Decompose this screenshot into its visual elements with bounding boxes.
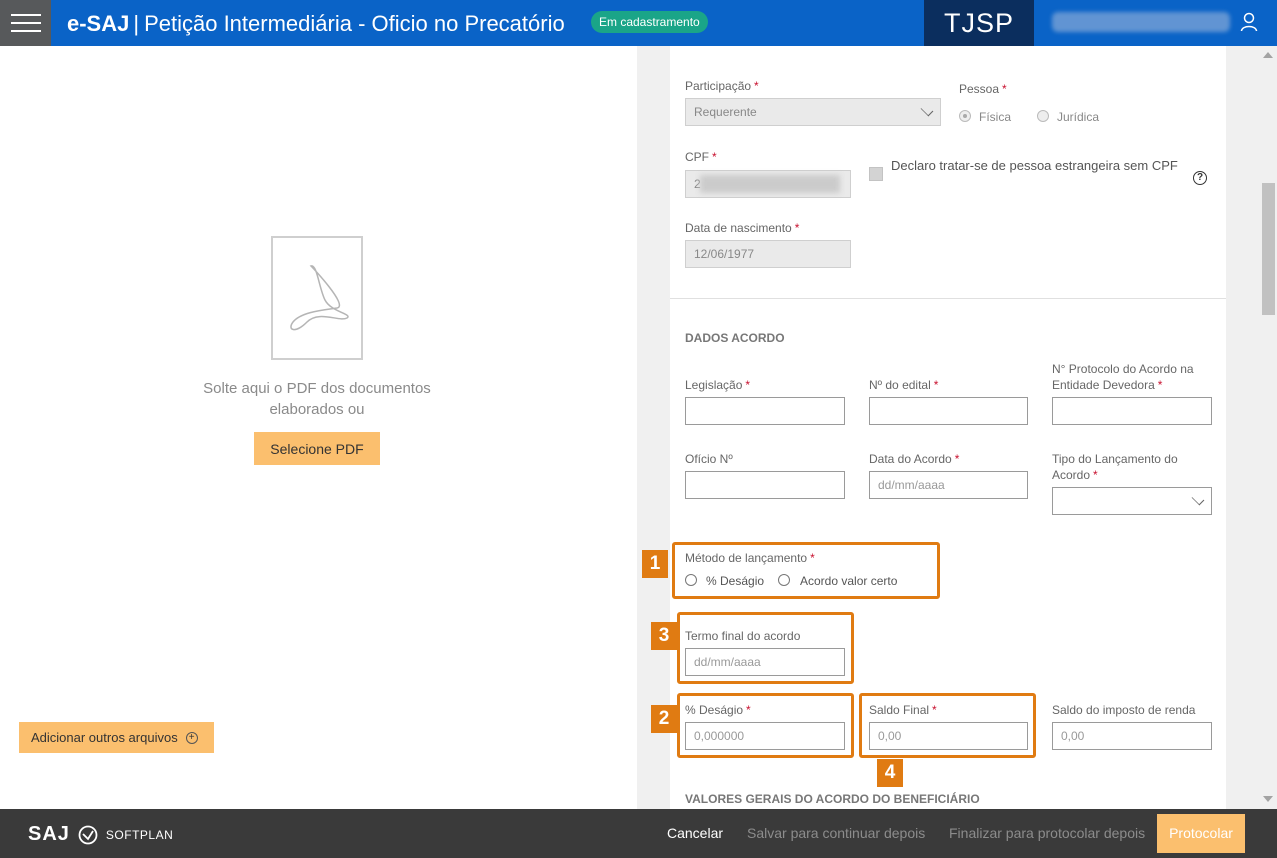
saj-softplan-logo: SAJ SOFTPLAN: [28, 823, 173, 846]
desagio-label: % Deságio *: [685, 703, 751, 717]
brand-name: e-SAJ: [67, 11, 130, 36]
cpf-label-text: CPF: [685, 150, 709, 164]
metodo-valor-certo-radio[interactable]: [778, 574, 790, 586]
data-acordo-label-text: Data do Acordo: [869, 452, 952, 466]
estrangeira-label: Declaro tratar-se de pessoa estrangeira …: [891, 158, 1178, 173]
page-title: Petição Intermediária - Oficio no Precat…: [144, 11, 565, 36]
metodo-label: Método de lançamento *: [685, 551, 815, 565]
metodo-valor-certo-label: Acordo valor certo: [800, 574, 898, 588]
pessoa-juridica-radio[interactable]: [1037, 110, 1049, 122]
saldo-final-input[interactable]: 0,00: [869, 722, 1028, 750]
nascimento-label-text: Data de nascimento: [685, 221, 792, 235]
app-header: e-SAJ | Petição Intermediária - Oficio no …: [0, 0, 1277, 46]
data-acordo-placeholder: dd/mm/aaaa: [878, 478, 945, 492]
participacao-value: Requerente: [694, 105, 757, 119]
saldo-imposto-label: Saldo do imposto de renda: [1052, 703, 1196, 717]
footer-bar: SAJ SOFTPLAN Cancelar Salvar para contin…: [0, 809, 1277, 858]
add-files-button[interactable]: Adicionar outros arquivos +: [19, 722, 214, 753]
participacao-label: Participação *: [685, 79, 759, 93]
protocolo-label-text: N° Protocolo do Acordo na Entidade Deved…: [1052, 362, 1194, 392]
brand-separator: |: [133, 11, 140, 36]
desagio-input[interactable]: 0,000000: [685, 722, 845, 750]
edital-input[interactable]: [869, 397, 1028, 425]
chevron-down-icon: [1191, 492, 1205, 506]
chevron-down-icon: [920, 103, 934, 117]
hamburger-menu-icon[interactable]: [0, 0, 51, 46]
saldo-final-placeholder: 0,00: [878, 729, 902, 743]
edital-label: Nº do edital *: [869, 378, 939, 392]
estrangeira-checkbox[interactable]: [869, 167, 883, 181]
softplan-logo-text: SOFTPLAN: [105, 827, 174, 842]
legislacao-label: Legislação *: [685, 378, 751, 392]
add-files-label: Adicionar outros arquivos: [31, 730, 178, 745]
desagio-label-text: % Deságio: [685, 703, 744, 717]
protocolo-label: N° Protocolo do Acordo na Entidade Deved…: [1052, 362, 1194, 392]
scroll-down-arrow-icon[interactable]: [1263, 796, 1273, 802]
protocol-button[interactable]: Protocolar: [1157, 814, 1245, 853]
scrollbar-thumb[interactable]: [1262, 183, 1275, 315]
participacao-select[interactable]: Requerente: [685, 98, 941, 126]
legislacao-label-text: Legislação: [685, 378, 743, 392]
tipo-lancamento-label: Tipo do Lançamento do Acordo *: [1052, 452, 1178, 482]
tipo-lancamento-label-text: Tipo do Lançamento do Acordo: [1052, 452, 1178, 482]
cpf-redacted: [700, 175, 840, 193]
legislacao-input[interactable]: [685, 397, 845, 425]
edital-label-text: Nº do edital: [869, 378, 931, 392]
help-icon[interactable]: ?: [1193, 171, 1207, 185]
drop-instructions: Solte aqui o PDF dos documentos elaborad…: [203, 380, 431, 418]
cancel-button[interactable]: Cancelar: [667, 825, 723, 841]
saj-logo-text: SAJ: [28, 823, 70, 845]
metodo-label-text: Método de lançamento: [685, 551, 808, 565]
scrollbar[interactable]: [1259, 46, 1277, 809]
cpf-label: CPF *: [685, 150, 717, 164]
saldo-imposto-placeholder: 0,00: [1061, 729, 1085, 743]
saldo-final-label-text: Saldo Final: [869, 703, 930, 717]
pessoa-fisica-label: Física: [979, 110, 1012, 124]
metodo-desagio-radio[interactable]: [685, 574, 697, 586]
plus-circle-icon: +: [185, 731, 198, 744]
termo-final-input[interactable]: dd/mm/aaaa: [685, 648, 845, 676]
callout-number-2: 2: [651, 705, 677, 733]
oficio-label: Ofício Nº: [685, 452, 733, 466]
data-acordo-input[interactable]: dd/mm/aaaa: [869, 471, 1028, 499]
pdf-drop-zone[interactable]: [0, 46, 637, 809]
user-name-redacted[interactable]: [1052, 12, 1230, 32]
court-logo: TJSP: [924, 0, 1034, 46]
callout-number-3: 3: [651, 622, 677, 650]
termo-final-label: Termo final do acordo: [685, 629, 801, 643]
select-pdf-button[interactable]: Selecione PDF: [254, 432, 380, 465]
status-badge: Em cadastramento: [591, 11, 708, 33]
pdf-file-icon: [271, 236, 363, 360]
oficio-input[interactable]: [685, 471, 845, 499]
nascimento-input[interactable]: 12/06/1977: [685, 240, 851, 268]
pessoa-label: Pessoa *: [959, 82, 1007, 96]
pessoa-fisica-radio[interactable]: [959, 110, 971, 122]
saldo-imposto-input[interactable]: 0,00: [1052, 722, 1212, 750]
desagio-placeholder: 0,000000: [694, 729, 745, 743]
section-dados-acordo: DADOS ACORDO: [685, 331, 785, 345]
user-icon[interactable]: [1240, 12, 1258, 32]
saldo-final-label: Saldo Final *: [869, 703, 937, 717]
tipo-lancamento-select[interactable]: [1052, 487, 1212, 515]
softplan-logo-icon: [78, 825, 98, 844]
app-title: e-SAJ | Petição Intermediária - Oficio no …: [67, 11, 565, 37]
protocolo-input[interactable]: [1052, 397, 1212, 425]
finalize-later-button[interactable]: Finalizar para protocolar depois: [949, 825, 1145, 841]
section-divider: [670, 298, 1226, 299]
nascimento-label: Data de nascimento *: [685, 221, 800, 235]
save-for-later-button[interactable]: Salvar para continuar depois: [747, 825, 925, 841]
termo-final-placeholder: dd/mm/aaaa: [694, 655, 761, 669]
scroll-up-arrow-icon[interactable]: [1263, 52, 1273, 58]
data-acordo-label: Data do Acordo *: [869, 452, 960, 466]
callout-number-4: 4: [877, 759, 903, 787]
participacao-label-text: Participação: [685, 79, 752, 93]
section-valores-gerais: VALORES GERAIS DO ACORDO DO BENEFICIÁRIO: [685, 792, 980, 806]
callout-number-1: 1: [642, 550, 668, 578]
pessoa-label-text: Pessoa: [959, 82, 1000, 96]
nascimento-value: 12/06/1977: [694, 247, 755, 261]
pessoa-juridica-label: Jurídica: [1057, 110, 1100, 124]
metodo-desagio-label: % Deságio: [706, 574, 765, 588]
